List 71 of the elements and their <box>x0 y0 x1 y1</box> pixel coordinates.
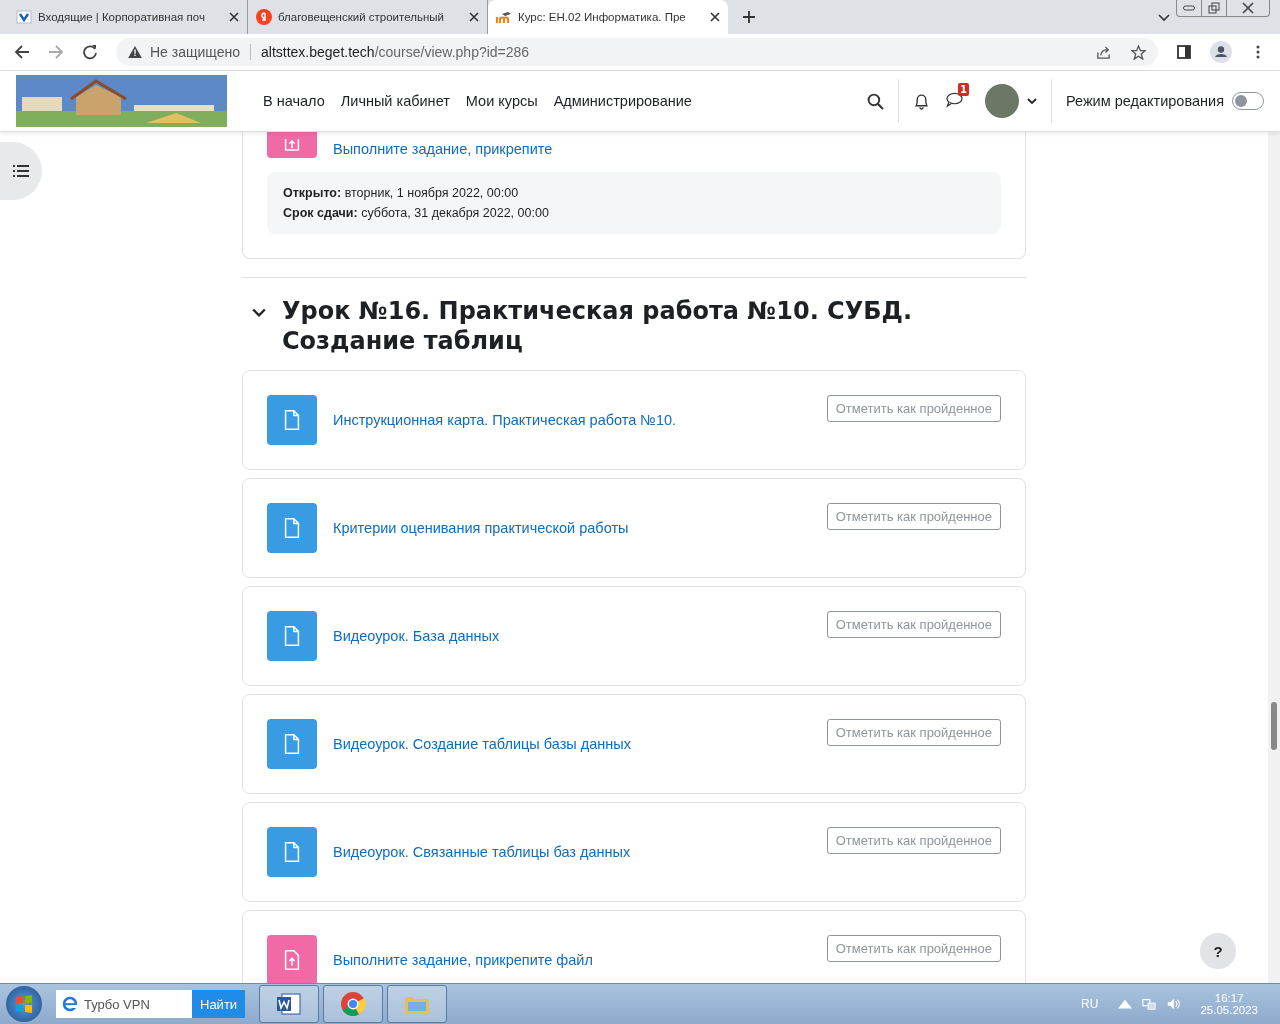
share-icon[interactable] <box>1096 44 1111 60</box>
chevron-down-icon[interactable] <box>1158 14 1170 22</box>
mail-favicon-icon <box>16 9 32 25</box>
user-avatar[interactable] <box>985 84 1019 118</box>
search-icon[interactable] <box>867 92 884 110</box>
warning-icon <box>128 46 142 58</box>
document-icon <box>267 719 317 769</box>
address-bar[interactable]: Не защищено altsttex.beget.tech/course/view.php?id=286 <box>116 38 1158 66</box>
document-icon <box>267 395 317 445</box>
activity-link[interactable]: Видеоурок. Связанные таблицы баз данных <box>333 844 631 860</box>
document-icon <box>267 827 317 877</box>
mark-done-button[interactable]: Отметить как пройденное <box>826 719 1001 746</box>
new-tab-icon[interactable] <box>742 10 756 24</box>
start-button[interactable] <box>6 986 42 1022</box>
back-arrow-icon[interactable] <box>14 44 30 60</box>
message-count: 1 <box>958 82 969 96</box>
caret-icon[interactable] <box>1027 98 1037 104</box>
security-status: Не защищено <box>150 44 240 60</box>
browser-e-icon <box>62 996 78 1012</box>
course-index-button[interactable] <box>0 142 42 200</box>
mortarboard-favicon-icon <box>496 9 512 25</box>
mark-done-button[interactable]: Отметить как пройденное <box>826 395 1001 422</box>
close-icon <box>1242 2 1254 14</box>
minimize-icon <box>1183 5 1195 11</box>
upload-icon <box>267 935 317 983</box>
activity-link[interactable]: Критерии оценивания практической работы <box>333 520 629 536</box>
edit-mode-label: Режим редактирования <box>1066 93 1224 109</box>
mark-done-button[interactable]: Отметить как пройденное <box>826 611 1001 638</box>
mark-done-button[interactable]: Отметить как пройденное <box>826 827 1001 854</box>
nav-link[interactable]: Мои курсы <box>465 93 538 109</box>
side-panel-icon[interactable] <box>1176 44 1192 60</box>
star-icon[interactable] <box>1131 44 1146 60</box>
help-button[interactable]: ? <box>1200 933 1236 969</box>
browser-tab[interactable]: Курс: ЕН.02 Информатика. Пре <box>488 0 728 34</box>
chat-bubble-icon[interactable] <box>946 90 963 108</box>
activity-link[interactable]: Видеоурок. База данных <box>333 628 500 644</box>
activity-link[interactable]: Выполните задание, прикрепите <box>333 140 553 158</box>
mark-done-button[interactable]: Отметить как пройденное <box>826 503 1001 530</box>
search-field[interactable]: Турбо VPN <box>56 990 192 1018</box>
folder-app-icon[interactable] <box>387 985 448 1023</box>
date-line: Срок сдачи: суббота, 31 декабря 2022, 00:00 <box>283 206 550 220</box>
chrome-app-icon[interactable] <box>323 985 384 1023</box>
yandex-favicon-icon <box>256 9 272 25</box>
section-title: Урок №16. Практическая работа №10. СУБД. Создание таблиц <box>282 296 913 356</box>
restore-icon <box>1208 2 1220 14</box>
date-line: Открыто: вторник, 1 ноября 2022, 00:00 <box>283 186 520 200</box>
find-button[interactable]: Найти <box>192 990 246 1018</box>
edit-mode-switch[interactable] <box>1232 92 1264 110</box>
document-icon <box>267 611 317 661</box>
close-icon[interactable] <box>469 12 479 22</box>
nav-link[interactable]: Личный кабинет <box>340 93 450 109</box>
profile-icon[interactable] <box>1210 41 1232 63</box>
nav-link[interactable]: В начало <box>263 93 325 109</box>
mark-done-button[interactable]: Отметить как пройденное <box>826 935 1001 962</box>
list-icon <box>13 165 29 177</box>
close-icon[interactable] <box>229 12 239 22</box>
close-icon[interactable] <box>710 12 720 22</box>
collapse-chevron-icon[interactable] <box>252 308 266 318</box>
reload-icon[interactable] <box>82 44 98 60</box>
activity-link[interactable]: Инструкционная карта. Практическая работа №10. <box>333 412 677 428</box>
nav-link[interactable]: Администрирование <box>553 93 692 109</box>
logo-image[interactable] <box>16 75 227 127</box>
browser-tab[interactable]: благовещенский строительный <box>248 0 488 34</box>
browser-tab[interactable]: Входящие | Корпоративная поч <box>8 0 248 34</box>
word-app-icon[interactable] <box>259 985 320 1023</box>
activity-link[interactable]: Видеоурок. Создание таблицы базы данных <box>333 736 631 752</box>
windows-logo-icon <box>14 994 34 1014</box>
activity-link[interactable]: Выполните задание, прикрепите файл <box>333 952 593 968</box>
url-text: altsttex.beget.tech/course/view.php?id=286 <box>261 44 530 60</box>
bell-icon[interactable] <box>913 92 930 110</box>
document-icon <box>267 503 317 553</box>
